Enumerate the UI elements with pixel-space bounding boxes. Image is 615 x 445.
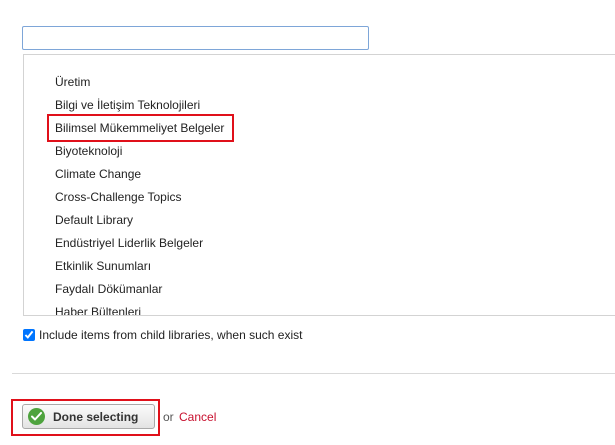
done-selecting-button[interactable]: Done selecting (22, 404, 155, 429)
search-input[interactable] (22, 26, 369, 50)
include-child-libraries-label[interactable]: Include items from child libraries, when… (39, 328, 302, 342)
library-item-faydali-dokumanlar[interactable]: Faydalı Dökümanlar (55, 280, 162, 298)
library-item-default-library[interactable]: Default Library (55, 211, 133, 229)
include-child-libraries-checkbox[interactable] (23, 329, 35, 341)
library-item-uretim[interactable]: Üretim (55, 73, 90, 91)
checkmark-icon (28, 408, 45, 425)
library-item-endustriyel-liderlik[interactable]: Endüstriyel Liderlik Belgeler (55, 234, 203, 252)
library-item-haber-bultenleri[interactable]: Haber Bültenleri (55, 303, 141, 315)
library-item-bilgi-iletisim[interactable]: Bilgi ve İletişim Teknolojileri (55, 96, 200, 114)
library-item-climate-change[interactable]: Climate Change (55, 165, 141, 183)
cancel-link[interactable]: Cancel (179, 410, 216, 424)
include-child-libraries-row[interactable]: Include items from child libraries, when… (23, 327, 302, 343)
divider (12, 373, 615, 374)
done-selecting-label: Done selecting (53, 409, 139, 424)
library-item-etkinlik-sunumlari[interactable]: Etkinlik Sunumları (55, 257, 151, 275)
selected-library-highlight (47, 114, 234, 142)
library-item-biyoteknoloji[interactable]: Biyoteknoloji (55, 142, 122, 160)
library-item-cross-challenge[interactable]: Cross-Challenge Topics (55, 188, 182, 206)
or-text: or (163, 410, 174, 424)
library-list[interactable]: Üretim Bilgi ve İletişim Teknolojileri B… (23, 54, 615, 316)
